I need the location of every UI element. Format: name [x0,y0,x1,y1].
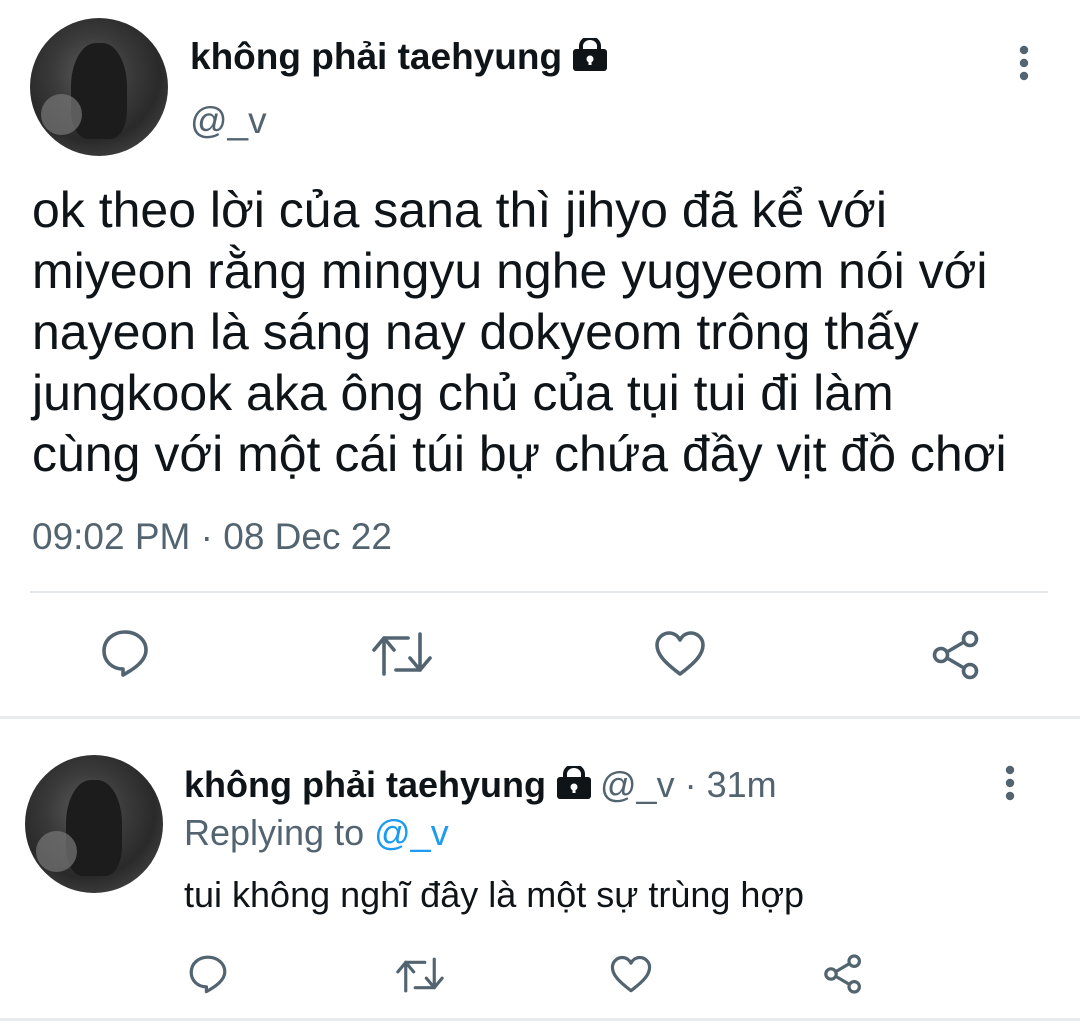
author-avatar[interactable] [30,18,168,156]
reply-text: tui không nghĩ đây là một sự trùng hợp [184,874,805,915]
reply-icon[interactable] [188,954,228,994]
tweet-text-line: miyeon rằng mingyu nghe yugyeom nói với [32,243,988,299]
share-icon[interactable] [930,630,982,680]
avatar-figure [66,779,122,877]
replying-prefix: Replying to [184,812,365,853]
tweet-text-line: jungkook aka ông chủ của tụi tui đi làm [32,365,894,421]
tweet-text-line: cùng với một cái túi bự chứa đầy vịt đồ … [32,426,1007,482]
reply-author-avatar[interactable] [25,755,163,893]
avatar-figure [71,42,127,140]
tweet-text: ok theo lời của sana thì jihyo đã kể với… [32,180,1062,485]
tweet-timestamp[interactable]: 09:02 PM · 08 Dec 22 [32,516,392,558]
more-options-icon[interactable] [1010,44,1038,84]
retweet-icon[interactable] [372,630,432,678]
replying-to: Replying to @_v [184,812,449,854]
more-options-icon[interactable] [996,764,1024,804]
tweet-text-line: ok theo lời của sana thì jihyo đã kể với [32,182,887,238]
author-name-row[interactable]: không phải taehyung [190,36,608,78]
divider [30,591,1048,593]
lock-icon [573,38,608,71]
share-icon[interactable] [822,954,864,994]
reply-author-name: không phải taehyung [184,764,547,805]
lock-icon [557,766,592,799]
author-name: không phải taehyung [190,36,563,77]
reply-meta: @_v · 31m [600,764,777,805]
tweet-text-line: nayeon là sáng nay dokyeom trông thấy [32,304,919,360]
reply-icon[interactable] [100,628,150,678]
tweet-detail-screen: không phải taehyung @_v ok theo lời của … [0,0,1080,1028]
like-icon[interactable] [610,955,652,994]
section-divider [0,716,1080,719]
retweet-icon[interactable] [396,956,444,994]
replying-mention-link[interactable]: @_v [374,812,449,853]
author-handle[interactable]: @_v [190,100,267,142]
reply-header[interactable]: không phải taehyung @_v · 31m [184,764,777,806]
section-divider [0,1018,1080,1021]
like-icon[interactable] [654,630,706,678]
